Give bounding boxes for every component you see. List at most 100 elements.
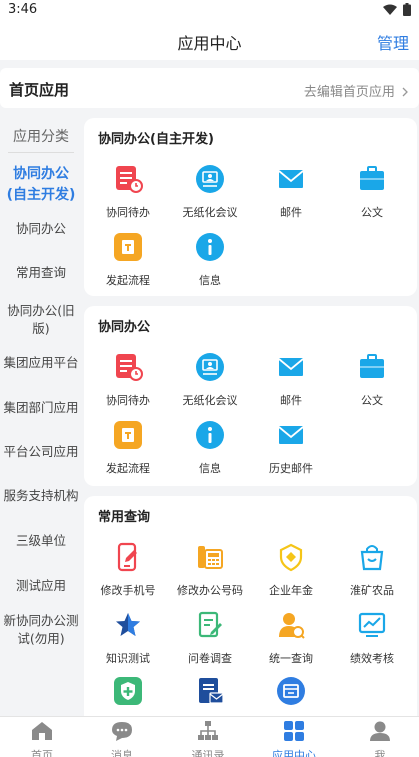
info-icon <box>196 421 224 449</box>
app-tile-document[interactable]: 公文 <box>332 352 412 408</box>
app-tile-change-office-number[interactable]: 修改办公号码 <box>170 542 250 598</box>
manage-button[interactable]: 管理 <box>377 30 409 54</box>
tab-label: 我 <box>374 749 386 757</box>
app-tile-todo[interactable]: 协同待办 <box>88 164 168 220</box>
app-tile-knowledge-test[interactable]: 知识测试 <box>88 610 168 666</box>
grid-icon <box>284 721 304 741</box>
section-title: 协同办公(自主开发) <box>98 132 214 147</box>
wifi-icon <box>383 4 397 15</box>
phone-edit-icon <box>117 542 137 572</box>
app-tile-label: 绩效考核 <box>350 652 394 665</box>
tab-messages[interactable]: 消息 <box>80 720 164 757</box>
tab-app-center[interactable]: 应用中心 <box>252 720 336 757</box>
sidebar-item-service-support[interactable]: 服务支持机构 <box>0 483 82 509</box>
app-tile-document[interactable]: 公文 <box>332 164 412 220</box>
tab-label: 首页 <box>31 749 53 757</box>
shield-icon <box>279 543 303 572</box>
app-tile-health[interactable] <box>88 676 168 710</box>
survey-icon <box>198 611 222 638</box>
app-tile-change-phone[interactable]: 修改手机号 <box>88 542 168 598</box>
status-time: 3:46 <box>8 2 38 17</box>
app-tile-survey[interactable]: 问卷调查 <box>170 610 250 666</box>
mail-icon <box>278 426 304 444</box>
app-tile-mail[interactable]: 邮件 <box>251 164 331 220</box>
app-tile-todo[interactable]: 协同待办 <box>88 352 168 408</box>
tab-home[interactable]: 首页 <box>0 720 84 757</box>
user-search-icon <box>279 613 305 639</box>
section-title: 常用查询 <box>98 510 151 525</box>
tab-label: 消息 <box>111 749 133 757</box>
shopping-bag-icon <box>360 545 384 571</box>
app-tile-label: 邮件 <box>280 206 302 219</box>
app-tile-label: 信息 <box>199 274 221 287</box>
document-mail-icon <box>199 678 224 704</box>
app-tile-mail[interactable]: 邮件 <box>251 352 331 408</box>
section-card: 常用查询 修改手机号 修改办公号码 企业年金 淮矿农品 知识测试 问卷调查 统一… <box>84 496 417 716</box>
mail-icon <box>278 170 304 188</box>
tab-label: 应用中心 <box>272 749 316 757</box>
app-tile-doc-mail[interactable] <box>170 676 250 710</box>
app-tile-label: 企业年金 <box>269 584 313 597</box>
app-tile-label: 淮矿农品 <box>350 584 394 597</box>
sidebar-divider <box>8 152 74 153</box>
sidebar-item-new-cooperative-test[interactable]: 新协同办公测试(勿用) <box>0 610 82 650</box>
sidebar-item-cooperative-self[interactable]: 协同办公(自主开发) <box>0 162 82 208</box>
monitor-chart-icon <box>358 612 386 637</box>
sidebar-item-test-apps[interactable]: 测试应用 <box>0 573 82 599</box>
sidebar-item-common-query[interactable]: 常用查询 <box>0 260 82 286</box>
chevron-right-icon <box>402 87 408 97</box>
tab-label: 通讯录 <box>191 749 225 757</box>
sidebar-item-group-platform[interactable]: 集团应用平台 <box>0 350 82 376</box>
app-tile-label: 发起流程 <box>106 462 150 475</box>
sidebar-item-platform-company[interactable]: 平台公司应用 <box>0 439 82 465</box>
meeting-icon <box>196 353 224 381</box>
app-tile-label: 知识测试 <box>106 652 150 665</box>
briefcase-icon <box>360 166 384 190</box>
app-tile-farm-products[interactable]: 淮矿农品 <box>332 542 412 598</box>
tab-contacts[interactable]: 通讯录 <box>166 720 250 757</box>
app-tile-start-process[interactable]: 发起流程 <box>88 420 168 476</box>
app-tile-unified-query[interactable]: 统一查询 <box>251 610 331 666</box>
sidebar-item-cooperative-old[interactable]: 协同办公(旧版) <box>0 300 82 340</box>
process-icon <box>114 233 142 261</box>
message-icon <box>112 722 132 741</box>
app-tile-annuity[interactable]: 企业年金 <box>251 542 331 598</box>
app-tile-label: 协同待办 <box>106 394 150 407</box>
briefcase-icon <box>360 354 384 378</box>
app-tile-label: 信息 <box>199 462 221 475</box>
edit-home-apps-link[interactable]: 去编辑首页应用 <box>304 81 409 100</box>
app-tile-info[interactable]: 信息 <box>170 420 250 476</box>
category-sidebar: 应用分类 协同办公(自主开发) 协同办公 常用查询 协同办公(旧版) 集团应用平… <box>0 116 82 716</box>
app-tile-performance[interactable]: 绩效考核 <box>332 610 412 666</box>
todo-icon <box>116 354 143 381</box>
todo-icon <box>116 166 143 193</box>
sidebar-item-group-dept[interactable]: 集团部门应用 <box>0 395 82 421</box>
app-tile-label: 历史邮件 <box>269 462 313 475</box>
sidebar-item-third-level[interactable]: 三级单位 <box>0 528 82 554</box>
app-tile-paperless-meeting[interactable]: 无纸化会议 <box>170 164 250 220</box>
home-icon <box>32 722 52 740</box>
home-apps-label: 首页应用 <box>9 81 70 99</box>
app-tile-label: 无纸化会议 <box>182 394 238 407</box>
tab-me[interactable]: 我 <box>338 720 419 757</box>
app-tile-label: 公文 <box>361 394 383 407</box>
app-tile-info[interactable]: 信息 <box>170 232 250 288</box>
battery-icon <box>403 3 411 16</box>
meeting-icon <box>196 165 224 193</box>
status-bar: 3:46 <box>0 0 419 20</box>
section-card: 协同办公 协同待办 无纸化会议 邮件 公文 发起流程 信息 历史邮件 <box>84 306 417 486</box>
app-tile-label: 无纸化会议 <box>182 206 238 219</box>
app-tile-label: 统一查询 <box>269 652 313 665</box>
app-tile-paperless-meeting[interactable]: 无纸化会议 <box>170 352 250 408</box>
section-card: 协同办公(自主开发) 协同待办 无纸化会议 邮件 公文 发起流程 信息 <box>84 118 417 296</box>
app-tile-label: 问卷调查 <box>188 652 232 665</box>
home-apps-row[interactable]: 首页应用 去编辑首页应用 <box>0 68 419 108</box>
user-icon <box>370 721 390 741</box>
bottom-tab-bar: 首页 消息 通讯录 应用中心 我 <box>0 716 419 757</box>
app-tile-calendar[interactable] <box>251 676 331 710</box>
app-tile-history-mail[interactable]: 历史邮件 <box>251 420 331 476</box>
app-tile-start-process[interactable]: 发起流程 <box>88 232 168 288</box>
sidebar-item-cooperative[interactable]: 协同办公 <box>0 216 82 242</box>
app-tile-label: 协同待办 <box>106 206 150 219</box>
app-tile-label: 发起流程 <box>106 274 150 287</box>
